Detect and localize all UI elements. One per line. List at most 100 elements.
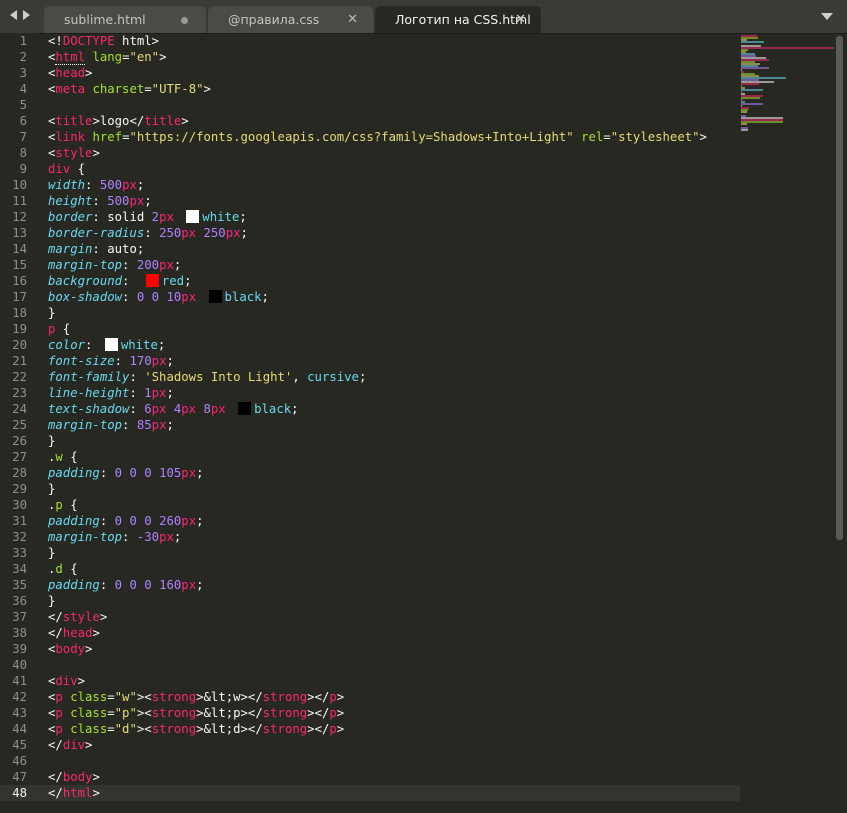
code-line[interactable]: 40: [0, 657, 740, 673]
code-line[interactable]: 12 border: solid 2px white;: [0, 209, 740, 225]
minimap-line: [741, 103, 764, 105]
code-text: }: [48, 434, 56, 448]
code-line[interactable]: 44 <p class="d"><strong>&lt;d></strong></…: [0, 721, 740, 737]
code-text: margin-top: 200px;: [48, 258, 182, 272]
code-line[interactable]: 46: [0, 753, 740, 769]
arrow-left-icon[interactable]: [10, 10, 17, 20]
code-line[interactable]: 15 margin-top: 200px;: [0, 257, 740, 273]
code-line[interactable]: 22 font-family: 'Shadows Into Light', cur…: [0, 369, 740, 385]
code-line[interactable]: 42 <p class="w"><strong>&lt;w></strong></…: [0, 689, 740, 705]
code-text: text-shadow: 6px 4px 8px black;: [48, 402, 299, 416]
code-line[interactable]: 29}: [0, 481, 740, 497]
close-icon[interactable]: ✕: [347, 6, 358, 33]
code-line[interactable]: 32 margin-top: -30px;: [0, 529, 740, 545]
code-line[interactable]: 23 line-height: 1px;: [0, 385, 740, 401]
code-line[interactable]: 1 <!DOCTYPE html>: [0, 33, 740, 49]
line-number: 41: [12, 674, 27, 688]
code-line[interactable]: 31 padding: 0 0 0 260px;: [0, 513, 740, 529]
code-text: .d {: [48, 562, 78, 576]
code-text: background: red;: [48, 274, 192, 288]
line-number: 39: [12, 642, 27, 656]
line-number: 6: [19, 114, 27, 128]
code-line[interactable]: 39 <body>: [0, 641, 740, 657]
code-text: margin: auto;: [48, 242, 145, 256]
line-number: 3: [19, 66, 27, 80]
code-text: box-shadow: 0 0 10px black;: [48, 290, 269, 304]
code-line[interactable]: 28 padding: 0 0 0 105px;: [0, 465, 740, 481]
code-line[interactable]: 35 padding: 0 0 0 160px;: [0, 577, 740, 593]
code-line[interactable]: 27 .w {: [0, 449, 740, 465]
arrow-right-icon[interactable]: [23, 10, 30, 20]
code-line[interactable]: 4 <meta charset="UTF-8">: [0, 81, 740, 97]
code-line[interactable]: 48 </html>: [0, 785, 740, 801]
code-text: <title>logo</title>: [48, 114, 189, 128]
code-line[interactable]: 9 div {: [0, 161, 740, 177]
code-line[interactable]: 47 </body>: [0, 769, 740, 785]
color-swatch: [186, 210, 200, 223]
line-number: 5: [19, 98, 27, 112]
code-text: line-height: 1px;: [48, 386, 174, 400]
code-line[interactable]: 21 font-size: 170px;: [0, 353, 740, 369]
code-line[interactable]: 11 height: 500px;: [0, 193, 740, 209]
code-text: border: solid 2px white;: [48, 210, 247, 224]
code-line[interactable]: 30 .p {: [0, 497, 740, 513]
code-line[interactable]: 16 background: red;: [0, 273, 740, 289]
code-text: }: [48, 306, 56, 320]
code-line[interactable]: 25 margin-top: 85px;: [0, 417, 740, 433]
code-line[interactable]: 38 </head>: [0, 625, 740, 641]
vertical-scrollbar[interactable]: [836, 36, 843, 540]
code-line[interactable]: 43 <p class="p"><strong>&lt;p></strong></…: [0, 705, 740, 721]
code-line[interactable]: 36}: [0, 593, 740, 609]
code-text: }: [48, 482, 56, 496]
code-line[interactable]: 8 <style>: [0, 145, 740, 161]
code-line[interactable]: 6 <title>logo</title>: [0, 113, 740, 129]
code-text: <p class="p"><strong>&lt;p></strong></p>: [48, 706, 345, 720]
code-line[interactable]: 7 <link href="https://fonts.googleapis.co…: [0, 129, 740, 145]
tab-logotip-css-html[interactable]: Логотип на CSS.html ✕: [375, 6, 541, 33]
line-number: 25: [12, 418, 27, 432]
code-line[interactable]: 17 box-shadow: 0 0 10px black;: [0, 289, 740, 305]
code-line[interactable]: 20 color: white;: [0, 337, 740, 353]
minimap[interactable]: [741, 35, 836, 135]
close-icon[interactable]: ✕: [515, 6, 526, 33]
code-line[interactable]: 3 <head>: [0, 65, 740, 81]
code-text: </style>: [48, 610, 108, 624]
code-line[interactable]: 33}: [0, 545, 740, 561]
code-line[interactable]: 34 .d {: [0, 561, 740, 577]
code-line[interactable]: 37 </style>: [0, 609, 740, 625]
minimap-line: [741, 67, 770, 69]
tab-sublime-html[interactable]: sublime.html: [44, 6, 206, 33]
code-line[interactable]: 19 p {: [0, 321, 740, 337]
minimap-line: [741, 121, 783, 123]
code-line[interactable]: 41 <div>: [0, 673, 740, 689]
code-text: .p {: [48, 498, 78, 512]
chevron-down-icon[interactable]: [821, 13, 833, 20]
unsaved-dot-icon[interactable]: [181, 17, 188, 24]
line-number: 48: [12, 786, 27, 800]
code-area[interactable]: 1 <!DOCTYPE html> 2 <html lang="en"> 3 <head>…: [0, 33, 740, 801]
tab-pravila-css[interactable]: @правила.css ✕: [208, 6, 373, 33]
code-text: padding: 0 0 0 260px;: [48, 514, 204, 528]
code-line[interactable]: 14 margin: auto;: [0, 241, 740, 257]
line-number: 1: [19, 34, 27, 48]
code-line[interactable]: 18}: [0, 305, 740, 321]
color-swatch: [145, 274, 159, 287]
minimap-line: [741, 129, 749, 131]
code-line[interactable]: 45 </div>: [0, 737, 740, 753]
code-text: <style>: [48, 146, 100, 160]
minimap-line: [741, 97, 760, 99]
code-line[interactable]: 10 width: 500px;: [0, 177, 740, 193]
code-line[interactable]: 13 border-radius: 250px 250px;: [0, 225, 740, 241]
code-line[interactable]: 5: [0, 97, 740, 113]
code-text: </div>: [48, 738, 93, 752]
line-number: 46: [12, 754, 27, 768]
code-line[interactable]: 26}: [0, 433, 740, 449]
code-text: border-radius: 250px 250px;: [48, 226, 248, 240]
code-line[interactable]: 24 text-shadow: 6px 4px 8px black;: [0, 401, 740, 417]
line-number: 20: [12, 338, 27, 352]
line-number: 28: [12, 466, 27, 480]
line-number: 26: [12, 434, 27, 448]
code-text: </body>: [48, 770, 100, 784]
code-line[interactable]: 2 <html lang="en">: [0, 49, 740, 65]
code-text: <p class="d"><strong>&lt;d></strong></p>: [48, 722, 345, 736]
